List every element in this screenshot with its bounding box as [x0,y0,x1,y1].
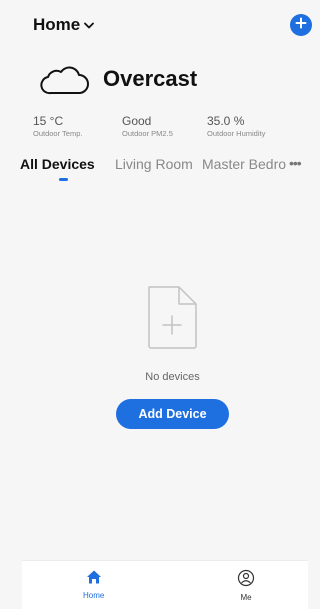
outdoor-pm25-stat: Good Outdoor PM2.5 [122,114,173,138]
stat-value: Good [122,114,152,128]
add-device-button[interactable]: Add Device [116,399,229,429]
app-screen: Home Overcast 15 °C Outdoor Temp. Good O… [0,0,312,609]
nav-item-me[interactable]: Me [237,569,255,602]
stat-label: Outdoor PM2.5 [122,129,173,138]
active-tab-indicator [59,178,68,181]
home-icon [86,569,102,587]
nav-item-home[interactable]: Home [83,569,104,600]
home-label: Home [33,15,81,34]
outdoor-temp-stat: 15 °C Outdoor Temp. [33,114,82,138]
outdoor-humidity-stat: 35.0 % Outdoor Humidity [207,114,265,138]
room-tabs: All Devices Living Room Master Bedroom [0,156,308,186]
empty-message: No devices [145,371,200,383]
home-selector[interactable]: Home [33,15,95,35]
empty-file-icon [145,284,199,355]
stat-label: Outdoor Humidity [207,129,266,138]
add-button[interactable] [290,14,312,36]
weather-condition: Overcast [103,66,198,91]
stat-label: Outdoor Temp. [33,129,83,138]
cloud-icon [40,64,90,101]
profile-icon [237,569,255,589]
tab-master-bedroom[interactable]: Master Bedroom [202,156,286,172]
bottom-nav: Home Me [22,560,308,609]
nav-label-me: Me [240,593,252,602]
plus-icon [295,16,307,34]
tab-living-room[interactable]: Living Room [115,156,193,172]
tab-all-devices[interactable]: All Devices [20,156,95,172]
chevron-down-icon [84,22,95,29]
more-horizontal-icon[interactable]: ••• [289,155,302,171]
stat-value: 15 °C [33,114,64,128]
nav-label-home: Home [83,591,105,600]
stat-value: 35.0 % [207,114,245,128]
